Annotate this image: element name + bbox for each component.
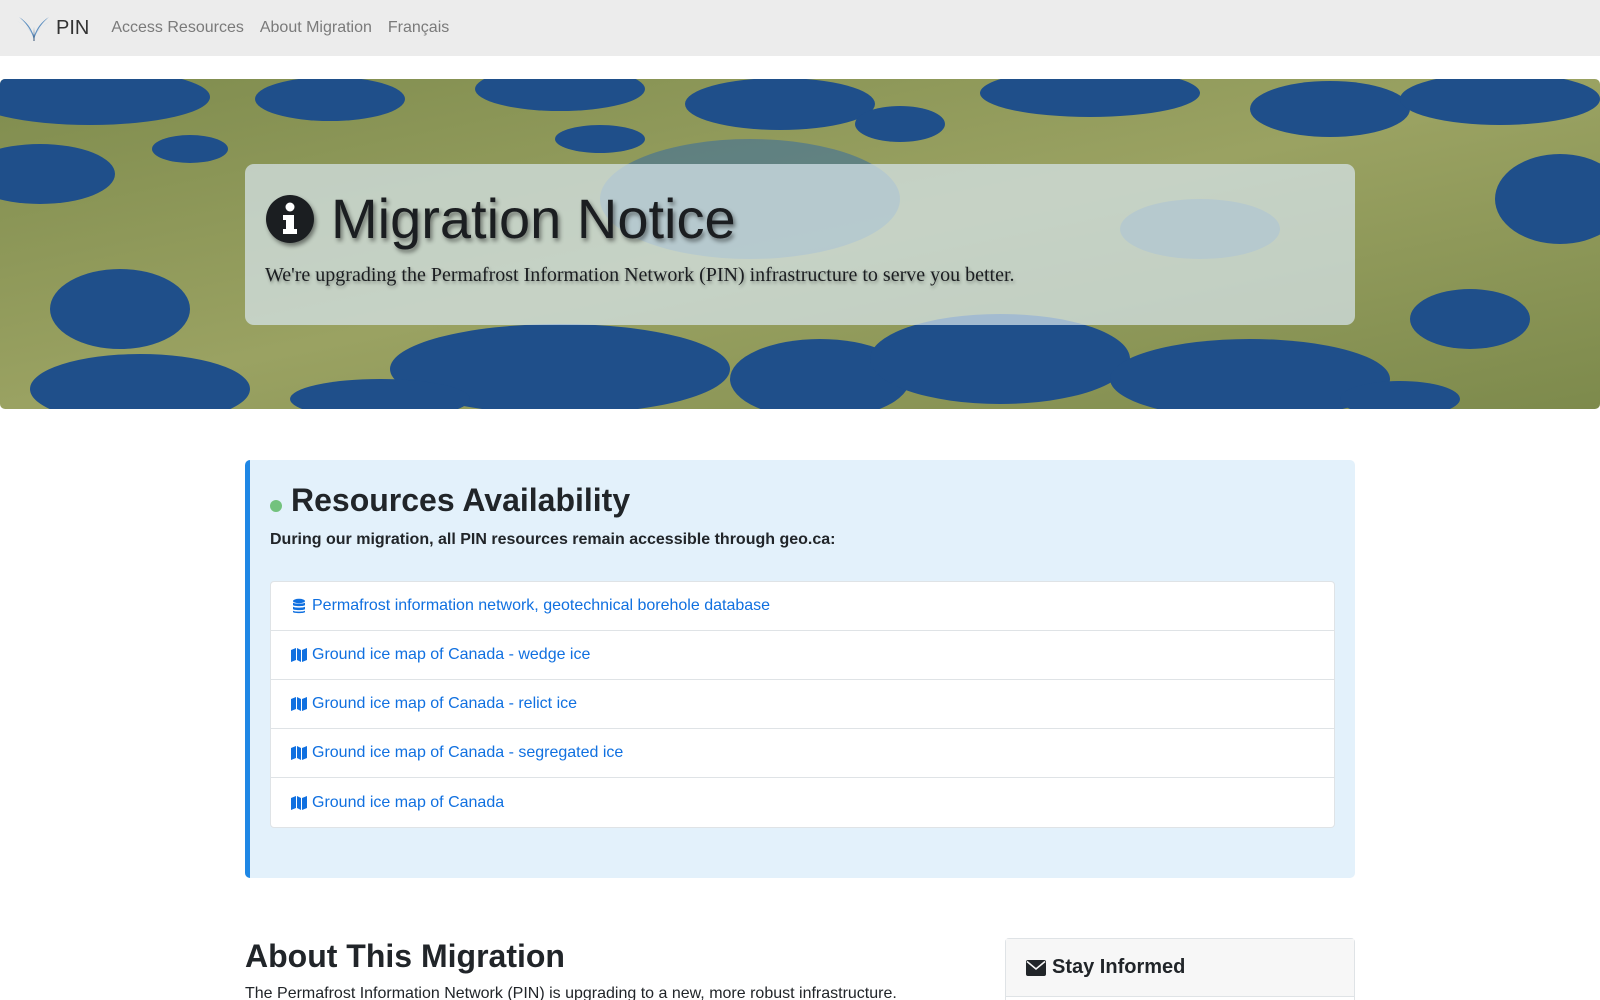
list-item: Ground ice map of Canada - relict ice (271, 680, 1334, 729)
about-migration-text: The Permafrost Information Network (PIN)… (245, 985, 897, 1000)
resources-list: Permafrost information network, geotechn… (270, 581, 1335, 828)
migration-notice-panel: Migration Notice We're upgrading the Per… (245, 164, 1355, 325)
page-title: Migration Notice (331, 187, 736, 250)
resources-intro: During our migration, all PIN resources … (270, 531, 836, 548)
nav-access-resources[interactable]: Access Resources (111, 19, 244, 37)
navbar: PIN Access Resources About Migration Fra… (0, 0, 1600, 56)
list-item: Permafrost information network, geotechn… (271, 582, 1334, 631)
stay-informed-header: Stay Informed (1006, 939, 1354, 997)
map-icon (291, 697, 307, 711)
resource-link-segregated-ice[interactable]: Ground ice map of Canada - segregated ic… (312, 744, 623, 762)
resource-link-wedge-ice[interactable]: Ground ice map of Canada - wedge ice (312, 646, 590, 664)
hero-heading: Migration Notice (265, 186, 736, 251)
pin-logo-icon (17, 17, 51, 41)
database-icon (293, 598, 305, 614)
status-indicator-dot (270, 499, 282, 512)
resource-link-relict-ice[interactable]: Ground ice map of Canada - relict ice (312, 695, 577, 713)
envelope-icon (1026, 959, 1046, 976)
resource-link-borehole-database[interactable]: Permafrost information network, geotechn… (312, 597, 770, 615)
brand-link[interactable]: PIN (16, 13, 89, 43)
resources-title: Resources Availability (291, 482, 631, 518)
nav-language-toggle[interactable]: Français (388, 19, 449, 37)
stay-informed-title: Stay Informed (1052, 956, 1186, 978)
list-item: Ground ice map of Canada (271, 778, 1334, 827)
resources-availability-card: Resources Availability During our migrat… (245, 460, 1355, 878)
brand-name: PIN (56, 16, 90, 39)
map-icon (291, 746, 307, 760)
hero-subtitle: We're upgrading the Permafrost Informati… (265, 264, 1015, 286)
resources-heading: Resources Availability (270, 482, 630, 519)
map-icon (291, 795, 307, 810)
hero-banner: Migration Notice We're upgrading the Per… (0, 79, 1600, 409)
map-icon (291, 648, 307, 662)
list-item: Ground ice map of Canada - segregated ic… (271, 729, 1334, 778)
stay-informed-card: Stay Informed (1005, 938, 1355, 1000)
info-circle-icon (266, 194, 314, 243)
about-migration-title: About This Migration (245, 938, 565, 974)
resource-link-ground-ice-map[interactable]: Ground ice map of Canada (312, 794, 504, 812)
list-item: Ground ice map of Canada - wedge ice (271, 631, 1334, 680)
nav-about-migration[interactable]: About Migration (260, 19, 372, 37)
